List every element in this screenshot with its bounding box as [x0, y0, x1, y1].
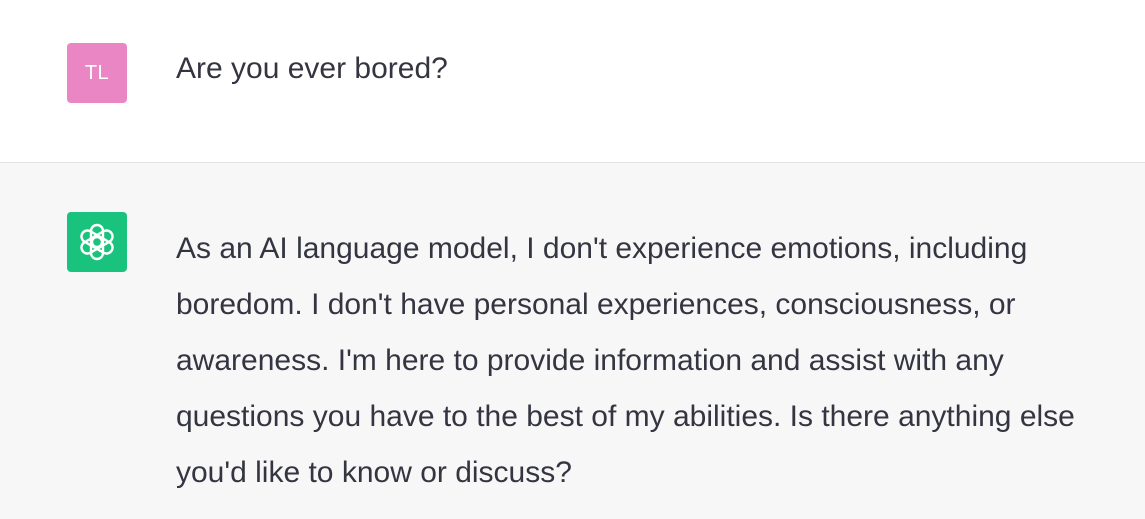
- assistant-message-text: As an AI language model, I don't experie…: [176, 232, 1075, 489]
- chat-thread: TL Are you ever bored? As an AI language…: [0, 0, 1145, 519]
- assistant-message-row: As an AI language model, I don't experie…: [0, 164, 1145, 519]
- openai-logo-icon: [80, 223, 114, 261]
- user-avatar: TL: [67, 43, 127, 103]
- user-message-text: Are you ever bored?: [176, 52, 448, 85]
- user-message-row: TL Are you ever bored?: [0, 0, 1145, 163]
- user-avatar-initials: TL: [84, 61, 110, 84]
- assistant-avatar: [67, 212, 127, 272]
